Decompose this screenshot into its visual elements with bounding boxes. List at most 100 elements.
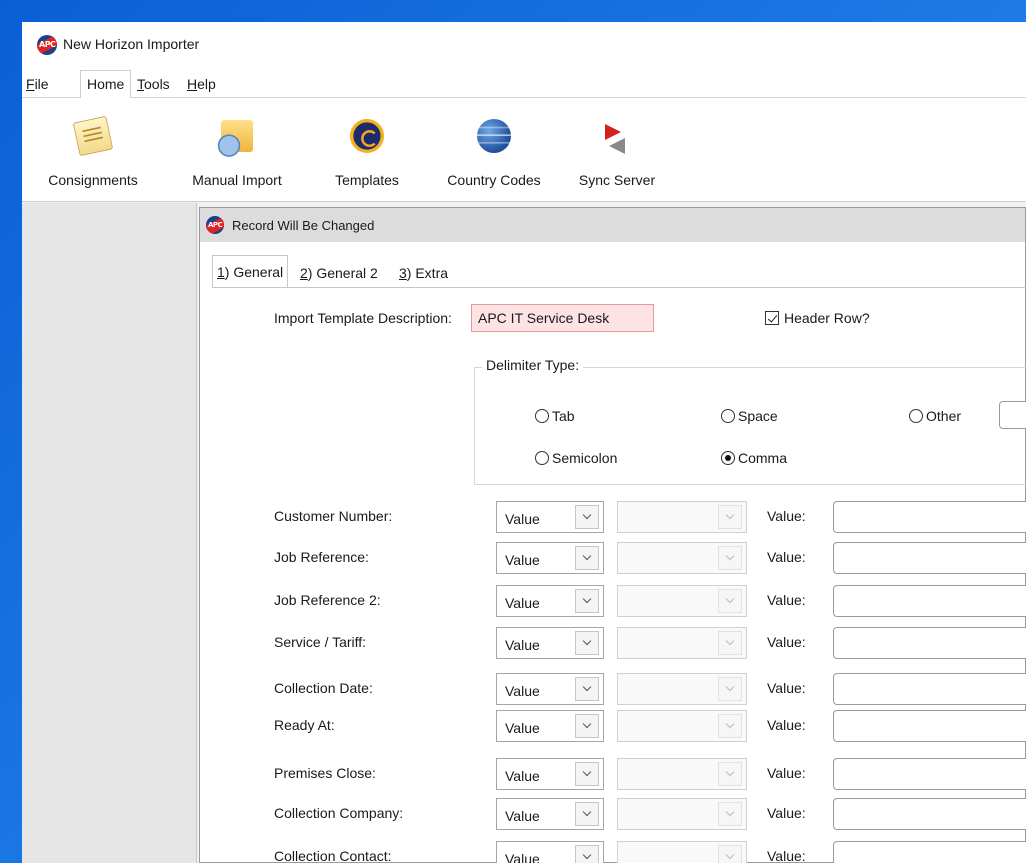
value-input[interactable] (833, 501, 1026, 533)
value-input[interactable] (833, 758, 1026, 790)
field-name: Collection Contact: (274, 848, 392, 863)
field-type-select[interactable]: Value (496, 585, 604, 617)
tab-divider (212, 287, 1026, 288)
consignments-button[interactable]: Consignments (38, 98, 148, 202)
templates-label: Templates (335, 172, 399, 188)
field-type-select[interactable]: Value (496, 758, 604, 790)
field-type-select[interactable]: Value (496, 627, 604, 659)
value-label: Value: (767, 848, 806, 863)
tab-general[interactable]: 1) General (212, 255, 289, 288)
radio-semicolon[interactable] (535, 451, 549, 465)
other-delimiter-input[interactable] (999, 401, 1026, 429)
value-input[interactable] (833, 673, 1026, 705)
sync-arrows-icon (597, 116, 637, 156)
chevron-down-icon (582, 767, 592, 777)
dropdown-button[interactable] (575, 546, 599, 570)
value-input[interactable] (833, 542, 1026, 574)
dropdown-button[interactable] (575, 845, 599, 863)
dialog-title: Record Will Be Changed (232, 218, 375, 233)
dropdown-button[interactable] (575, 714, 599, 738)
templates-button[interactable]: Templates (322, 98, 412, 202)
dropdown-button-disabled (718, 677, 742, 701)
value-input[interactable] (833, 798, 1026, 830)
left-panel (22, 203, 197, 863)
radio-tab[interactable] (535, 409, 549, 423)
field-name: Customer Number: (274, 508, 393, 524)
value-label: Value: (767, 508, 806, 524)
field-column-select (617, 542, 747, 574)
header-row-checkbox[interactable] (765, 311, 779, 325)
dropdown-button-disabled (718, 714, 742, 738)
apc-logo-icon: APC (37, 35, 57, 55)
chevron-down-icon (582, 594, 592, 604)
consignments-label: Consignments (48, 172, 138, 188)
menu-tools[interactable]: Tools (137, 76, 170, 92)
dropdown-button-disabled (718, 631, 742, 655)
field-type-value: Value (505, 768, 540, 784)
field-name: Collection Company: (274, 805, 404, 821)
description-input[interactable]: APC IT Service Desk (471, 304, 654, 332)
dropdown-button[interactable] (575, 677, 599, 701)
value-input[interactable] (833, 841, 1026, 863)
chevron-down-icon (725, 510, 735, 520)
menu-file[interactable]: File (26, 76, 49, 92)
value-input[interactable] (833, 585, 1026, 617)
country-codes-button[interactable]: Country Codes (434, 98, 554, 202)
description-label: Import Template Description: (274, 310, 452, 326)
value-label: Value: (767, 717, 806, 733)
chevron-down-icon (725, 719, 735, 729)
tab-extra[interactable]: 3) Extra (396, 259, 451, 287)
field-name: Collection Date: (274, 680, 373, 696)
menu-home[interactable]: Home (80, 70, 132, 99)
window-title: New Horizon Importer (63, 36, 200, 52)
value-label: Value: (767, 592, 806, 608)
value-input[interactable] (833, 710, 1026, 742)
field-row: Collection Company: Value Value: (200, 798, 1026, 830)
field-type-select[interactable]: Value (496, 542, 604, 574)
dropdown-button-disabled (718, 505, 742, 529)
consignments-icon (72, 115, 114, 157)
manual-import-icon (217, 120, 253, 157)
dropdown-button[interactable] (575, 631, 599, 655)
dropdown-button[interactable] (575, 505, 599, 529)
dropdown-button[interactable] (575, 762, 599, 786)
radio-comma[interactable] (721, 451, 735, 465)
app-window: APC New Horizon Importer File Home Tools… (22, 22, 1026, 863)
chevron-down-icon (582, 682, 592, 692)
delimiter-group (474, 367, 1026, 485)
value-input[interactable] (833, 627, 1026, 659)
country-codes-label: Country Codes (447, 172, 541, 188)
field-row: Customer Number: Value Value: (200, 501, 1026, 533)
field-type-select[interactable]: Value (496, 798, 604, 830)
chevron-down-icon (582, 551, 592, 561)
record-dialog: APC Record Will Be Changed 1) General 2)… (199, 207, 1026, 863)
chevron-down-icon (582, 510, 592, 520)
field-type-value: Value (505, 808, 540, 824)
dropdown-button[interactable] (575, 589, 599, 613)
manual-import-label: Manual Import (192, 172, 282, 188)
dropdown-button-disabled (718, 589, 742, 613)
field-type-value: Value (505, 552, 540, 568)
field-row: Collection Contact: Value Value: (200, 841, 1026, 863)
manual-import-button[interactable]: Manual Import (182, 98, 292, 202)
dropdown-button[interactable] (575, 802, 599, 826)
radio-comma-label: Comma (738, 450, 788, 466)
field-type-value: Value (505, 851, 540, 863)
tab-general-2[interactable]: 2) General 2 (297, 259, 381, 287)
radio-space[interactable] (721, 409, 735, 423)
radio-semicolon-label: Semicolon (552, 450, 618, 466)
field-type-select[interactable]: Value (496, 501, 604, 533)
field-column-select (617, 798, 747, 830)
value-label: Value: (767, 765, 806, 781)
radio-other[interactable] (909, 409, 923, 423)
field-type-select[interactable]: Value (496, 673, 604, 705)
field-type-select[interactable]: Value (496, 710, 604, 742)
menu-help[interactable]: Help (187, 76, 216, 92)
chevron-down-icon (725, 551, 735, 561)
sync-server-button[interactable]: Sync Server (567, 98, 667, 202)
field-row: Service / Tariff: Value Value: (200, 627, 1026, 659)
chevron-down-icon (725, 636, 735, 646)
field-type-select[interactable]: Value (496, 841, 604, 863)
chevron-down-icon (725, 682, 735, 692)
ribbon-toolbar: Consignments Manual Import Templates Cou… (22, 98, 1026, 202)
